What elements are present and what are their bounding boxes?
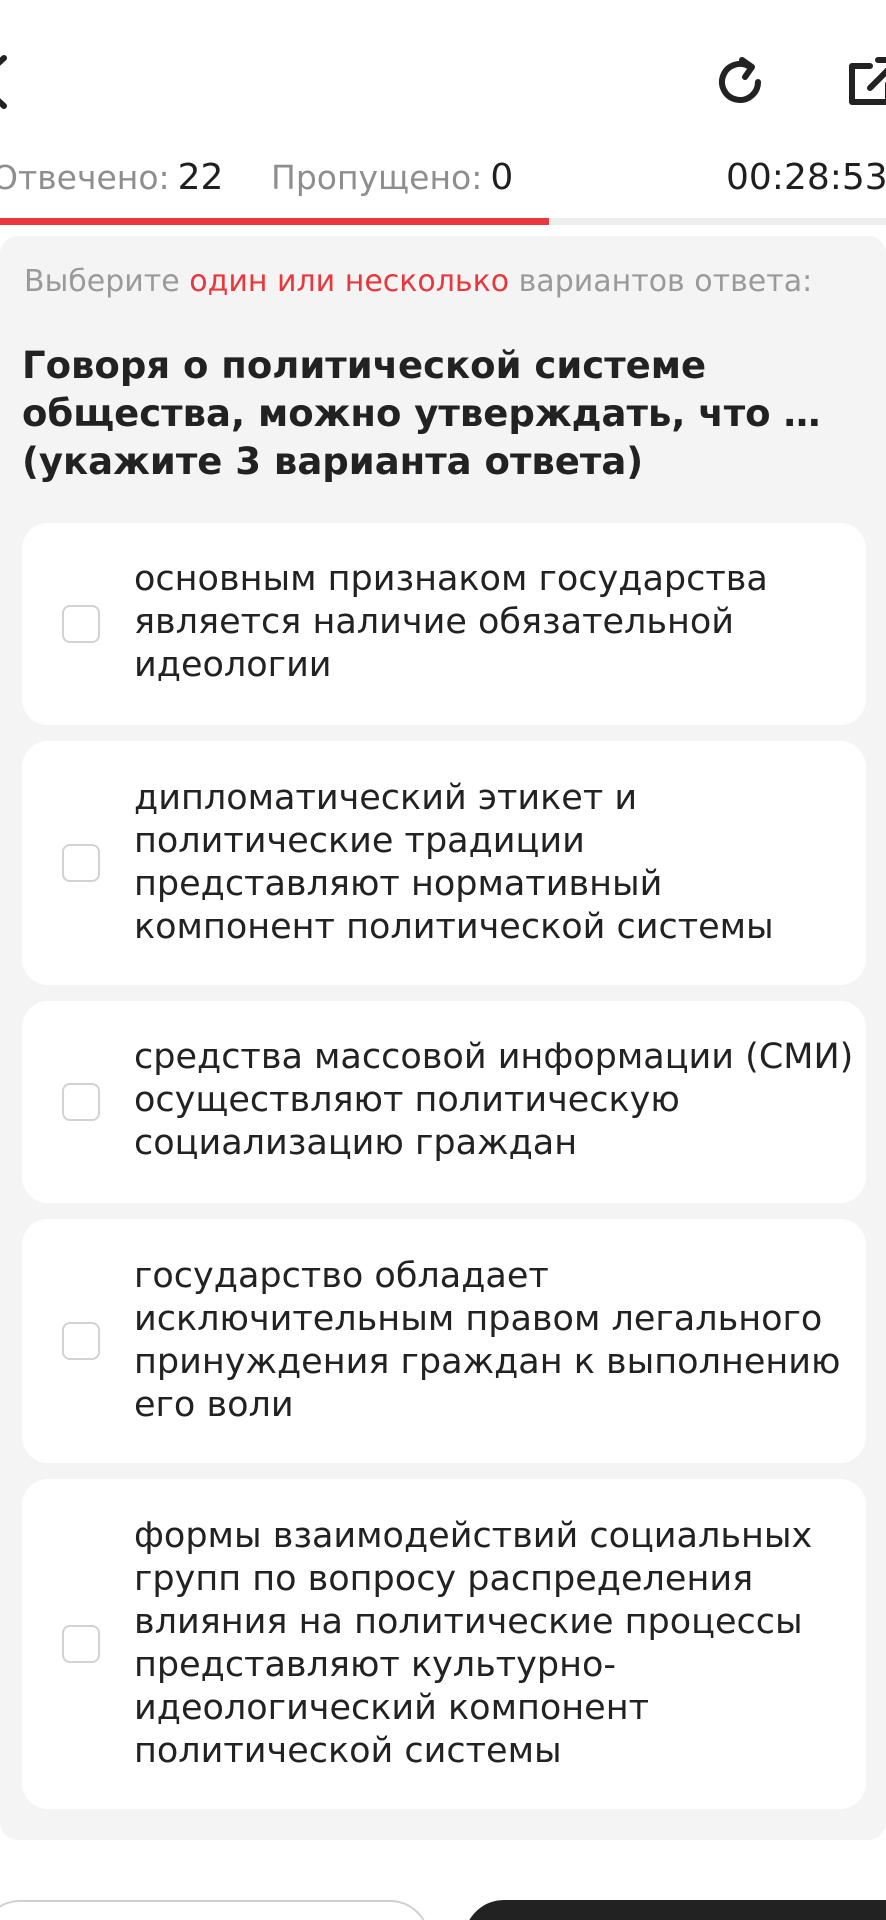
answered-value: 22 (177, 157, 224, 198)
option-checkbox[interactable] (62, 844, 100, 882)
answer-option[interactable]: формы взаимодействий социальных групп по… (22, 1479, 866, 1809)
quiz-screen: Отвечено: 22 Пропущено: 0 00:28:53 Выберит… (0, 0, 886, 1920)
skip-button[interactable] (0, 1900, 430, 1920)
share-icon[interactable] (846, 56, 886, 108)
answer-option[interactable]: государство обладает исключительным прав… (22, 1219, 866, 1463)
option-label: основным признаком государства является … (134, 559, 768, 685)
answer-option[interactable]: основным признаком государства является … (22, 523, 866, 725)
instruction-suffix: вариантов ответа: (518, 264, 813, 299)
option-label: дипломатический этикет и политические тр… (134, 778, 774, 947)
question-card: Выберите один или несколько вариантов от… (0, 236, 886, 1840)
answer-option[interactable]: средства массовой информации (СМИ) осуще… (22, 1001, 866, 1203)
refresh-icon[interactable] (712, 54, 768, 110)
instruction-prefix: Выберите (24, 264, 180, 299)
option-checkbox[interactable] (62, 1625, 100, 1663)
skipped-label: Пропущено: (271, 158, 483, 197)
question-text: Говоря о политической системе общества, … (22, 344, 821, 483)
skipped-value: 0 (490, 157, 514, 198)
option-label: средства массовой информации (СМИ) осуще… (134, 1037, 854, 1163)
answer-option[interactable]: дипломатический этикет и политические тр… (22, 741, 866, 985)
option-checkbox[interactable] (62, 1322, 100, 1360)
option-checkbox[interactable] (62, 605, 100, 643)
answer-button[interactable] (464, 1900, 886, 1920)
option-label: государство обладает исключительным прав… (134, 1256, 841, 1425)
skipped-counter: Пропущено: 0 (271, 156, 513, 200)
instruction-text: Выберите один или несколько вариантов от… (24, 262, 874, 302)
progress-bar (0, 218, 886, 225)
top-bar: Отвечено: 22 Пропущено: 0 00:28:53 (0, 0, 886, 198)
timer: 00:28:53 (726, 157, 886, 198)
progress-fill (0, 218, 550, 225)
option-label: формы взаимодействий социальных групп по… (134, 1516, 813, 1771)
answered-counter: Отвечено: 22 (0, 156, 223, 200)
instruction-accent: один или несколько (189, 264, 510, 299)
answered-label: Отвечено: (0, 158, 170, 197)
option-checkbox[interactable] (62, 1083, 100, 1121)
back-icon[interactable] (0, 52, 10, 112)
